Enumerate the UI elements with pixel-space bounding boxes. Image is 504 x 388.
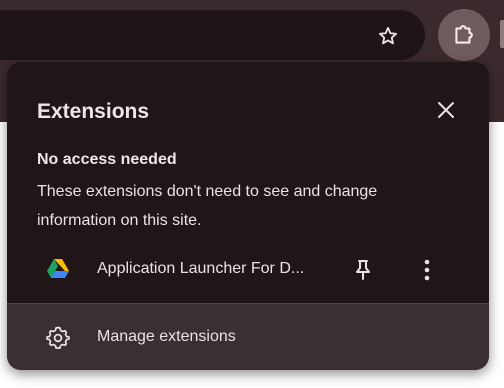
pin-button[interactable] <box>347 254 379 286</box>
star-outline-icon <box>379 27 397 45</box>
address-bar[interactable] <box>0 10 425 60</box>
close-icon <box>438 102 454 118</box>
close-button[interactable] <box>431 95 461 125</box>
popup-title: Extensions <box>37 100 150 123</box>
extensions-popup: Extensions No access needed These extens… <box>7 62 489 370</box>
google-drive-icon <box>47 259 69 278</box>
extensions-button[interactable] <box>438 9 490 61</box>
more-vertical-icon <box>424 259 430 281</box>
gear-icon <box>46 326 70 349</box>
section-heading: No access needed <box>37 151 177 168</box>
browser-toolbar <box>0 0 504 62</box>
manage-extensions-button[interactable]: Manage extensions <box>7 303 489 370</box>
more-options-button[interactable] <box>411 254 443 286</box>
extension-item[interactable]: Application Launcher For D... <box>7 252 489 288</box>
bookmark-star-button[interactable] <box>372 20 404 52</box>
puzzle-piece-icon <box>455 25 473 44</box>
pin-icon <box>356 260 370 280</box>
manage-extensions-label: Manage extensions <box>97 328 236 345</box>
toolbar-edge-button[interactable] <box>500 20 504 48</box>
extension-name[interactable]: Application Launcher For D... <box>97 260 337 278</box>
section-description: These extensions don't need to see and c… <box>37 183 378 229</box>
